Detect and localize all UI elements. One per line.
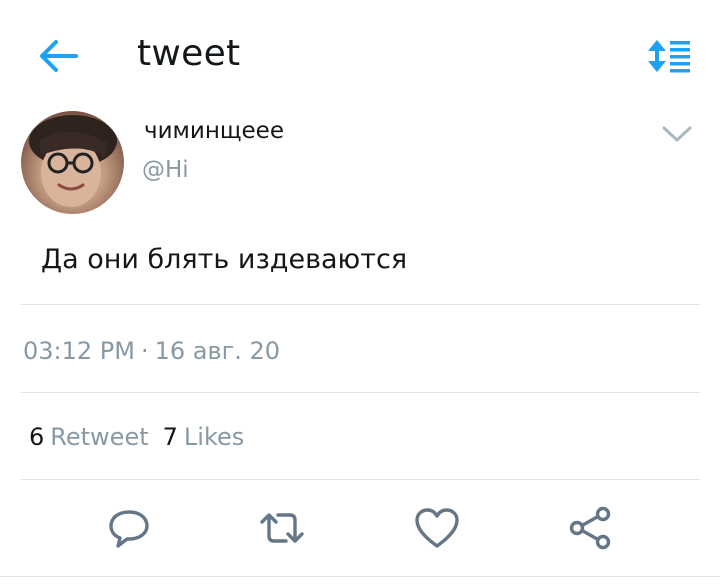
tweet-text: Да они блять издеваются [41, 244, 408, 275]
retweet-label: Retweet [50, 423, 149, 451]
share-icon [569, 506, 611, 550]
author-name[interactable]: чиминщеее [144, 118, 284, 144]
author-handle[interactable]: @Hi [142, 157, 189, 183]
sort-list-icon [648, 40, 690, 73]
heart-icon [415, 508, 459, 548]
retweet-icon [260, 513, 304, 543]
divider [0, 576, 720, 577]
tweet-timestamp: 03:12 PM · 16 авг. 20 [23, 337, 280, 365]
comment-icon [109, 510, 149, 548]
more-options-button[interactable] [660, 122, 694, 146]
like-label: Likes [183, 423, 245, 451]
app-header: tweet [0, 0, 720, 110]
like-button[interactable] [413, 506, 461, 550]
sort-button[interactable] [646, 38, 692, 74]
avatar-photo [29, 115, 117, 207]
arrow-left-icon [40, 40, 78, 72]
retweet-button[interactable] [258, 506, 306, 550]
meta-separator: · [140, 337, 149, 365]
back-button[interactable] [36, 36, 80, 76]
avatar[interactable] [21, 111, 124, 214]
tweet-stats: 6 Retweet 7 Likes [29, 423, 244, 451]
divider [21, 479, 700, 480]
page-title: tweet [137, 33, 241, 74]
like-count: 7 [162, 423, 178, 451]
tweet-time: 03:12 PM [23, 337, 135, 365]
like-stat[interactable]: 7 Likes [163, 423, 245, 451]
divider [21, 392, 700, 393]
share-button[interactable] [567, 506, 615, 550]
divider [21, 304, 700, 305]
tweet-date: 16 авг. 20 [154, 337, 281, 365]
retweet-stat[interactable]: 6 Retweet [29, 423, 149, 451]
reply-button[interactable] [105, 506, 153, 550]
chevron-down-icon [662, 126, 692, 142]
retweet-count: 6 [29, 423, 45, 451]
